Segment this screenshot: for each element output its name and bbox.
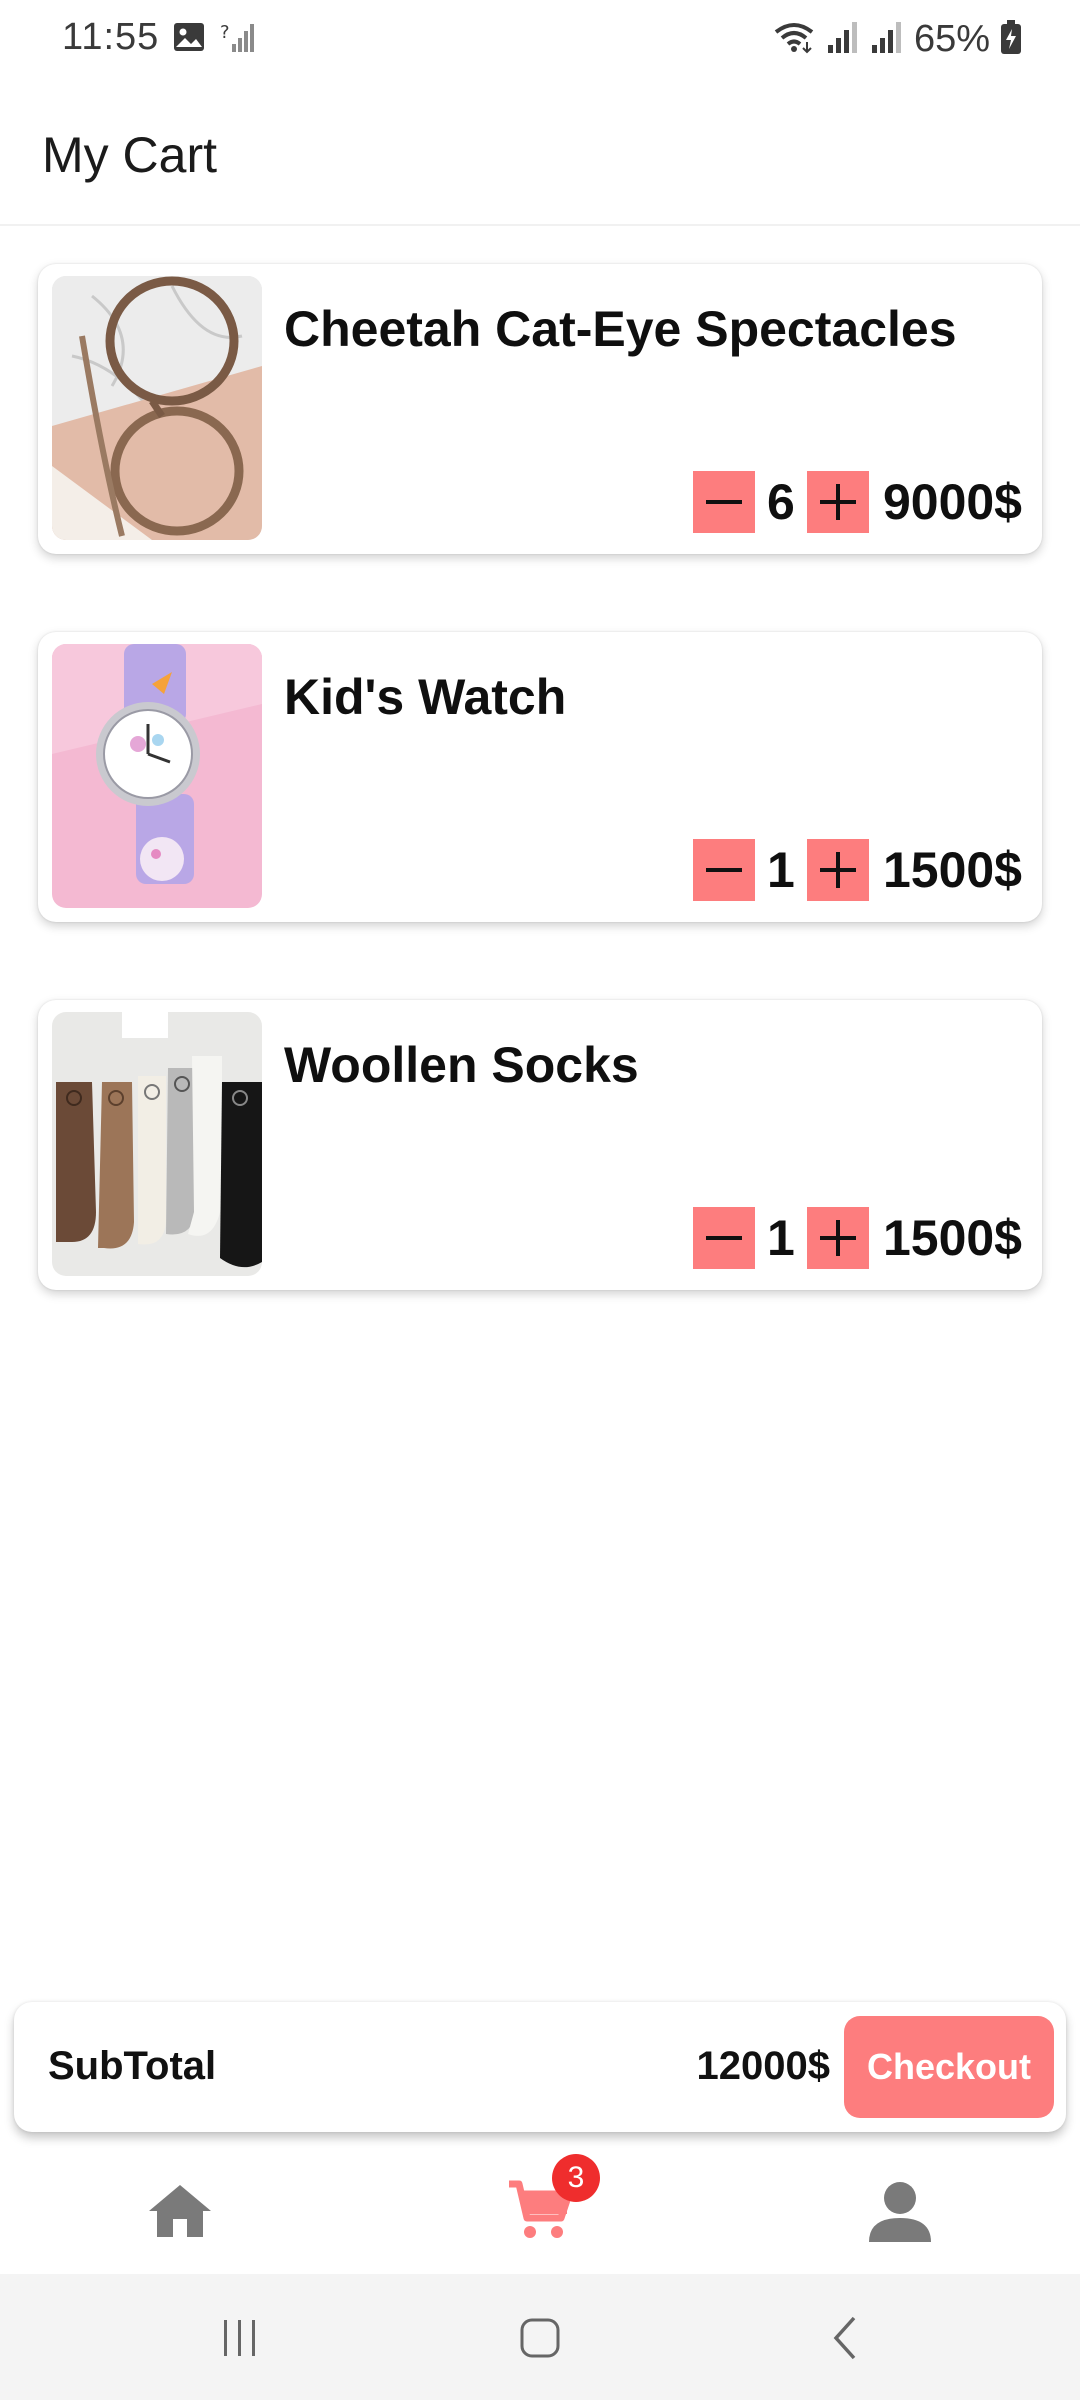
quantity-value: 6: [767, 474, 795, 530]
product-image: [52, 644, 262, 908]
bottom-navigation: 3: [0, 2148, 1080, 2274]
home-square-icon: [520, 2318, 560, 2358]
svg-text:?: ?: [220, 22, 230, 43]
status-time: 11:55: [62, 16, 160, 58]
status-bar: 11:55 ? 65%: [0, 0, 1080, 78]
decrement-quantity-button[interactable]: [692, 471, 755, 533]
nav-home[interactable]: [80, 2148, 280, 2274]
wifi-icon: [772, 20, 816, 59]
battery-charging-icon: [1000, 20, 1022, 59]
plus-icon: [819, 852, 856, 888]
signal-icon: [870, 21, 904, 58]
subtotal-value: 12000$: [696, 2044, 830, 2088]
system-home-button[interactable]: [500, 2308, 580, 2368]
cart-item-card: Kid's Watch 1 1500$: [38, 632, 1042, 922]
minus-icon: [705, 868, 742, 872]
subtotal-label: SubTotal: [48, 2044, 217, 2088]
page-title: My Cart: [42, 127, 217, 183]
product-name: Woollen Socks: [284, 1037, 639, 1093]
cart-item-card: Woollen Socks 1 1500$: [38, 1000, 1042, 1290]
plus-icon: [819, 484, 856, 520]
increment-quantity-button[interactable]: [806, 1207, 869, 1269]
product-image: [52, 276, 262, 540]
item-price: 9000$: [882, 474, 1022, 530]
cart-count-badge: 3: [552, 2154, 600, 2202]
nav-profile[interactable]: [800, 2148, 1000, 2274]
product-name: Kid's Watch: [284, 669, 567, 725]
quantity-value: 1: [767, 842, 795, 898]
increment-quantity-button[interactable]: [806, 471, 869, 533]
back-button[interactable]: [804, 2308, 884, 2368]
recents-button[interactable]: [200, 2308, 280, 2368]
plus-icon: [819, 1220, 856, 1256]
decrement-quantity-button[interactable]: [692, 839, 755, 901]
cart-screen: 11:55 ? 65% My Cart Cheetah Cat-Eye Spec…: [0, 0, 1080, 2400]
quantity-value: 1: [767, 1210, 795, 1266]
home-icon: [149, 2185, 211, 2237]
minus-icon: [705, 500, 742, 504]
product-name: Cheetah Cat-Eye Spectacles: [284, 301, 957, 357]
no-sim-signal-icon: ?: [220, 20, 254, 59]
signal-icon: [826, 21, 860, 58]
checkout-button[interactable]: Checkout: [844, 2016, 1054, 2118]
minus-icon: [705, 1236, 742, 1240]
recents-icon: [224, 2320, 255, 2356]
app-header: My Cart: [0, 96, 1080, 226]
increment-quantity-button[interactable]: [806, 839, 869, 901]
subtotal-bar: SubTotal 12000$ Checkout: [14, 2002, 1066, 2132]
item-price: 1500$: [882, 1210, 1022, 1266]
product-image: [52, 1012, 262, 1276]
system-navigation-bar: [0, 2274, 1080, 2400]
cart-item-card: Cheetah Cat-Eye Spectacles 6 9000$: [38, 264, 1042, 554]
decrement-quantity-button[interactable]: [692, 1207, 755, 1269]
back-icon: [833, 2316, 856, 2360]
item-price: 1500$: [882, 842, 1022, 898]
nav-cart[interactable]: 3: [440, 2148, 640, 2274]
battery-level: 65%: [913, 18, 990, 60]
image-icon: [172, 21, 206, 58]
person-icon: [869, 2182, 931, 2242]
